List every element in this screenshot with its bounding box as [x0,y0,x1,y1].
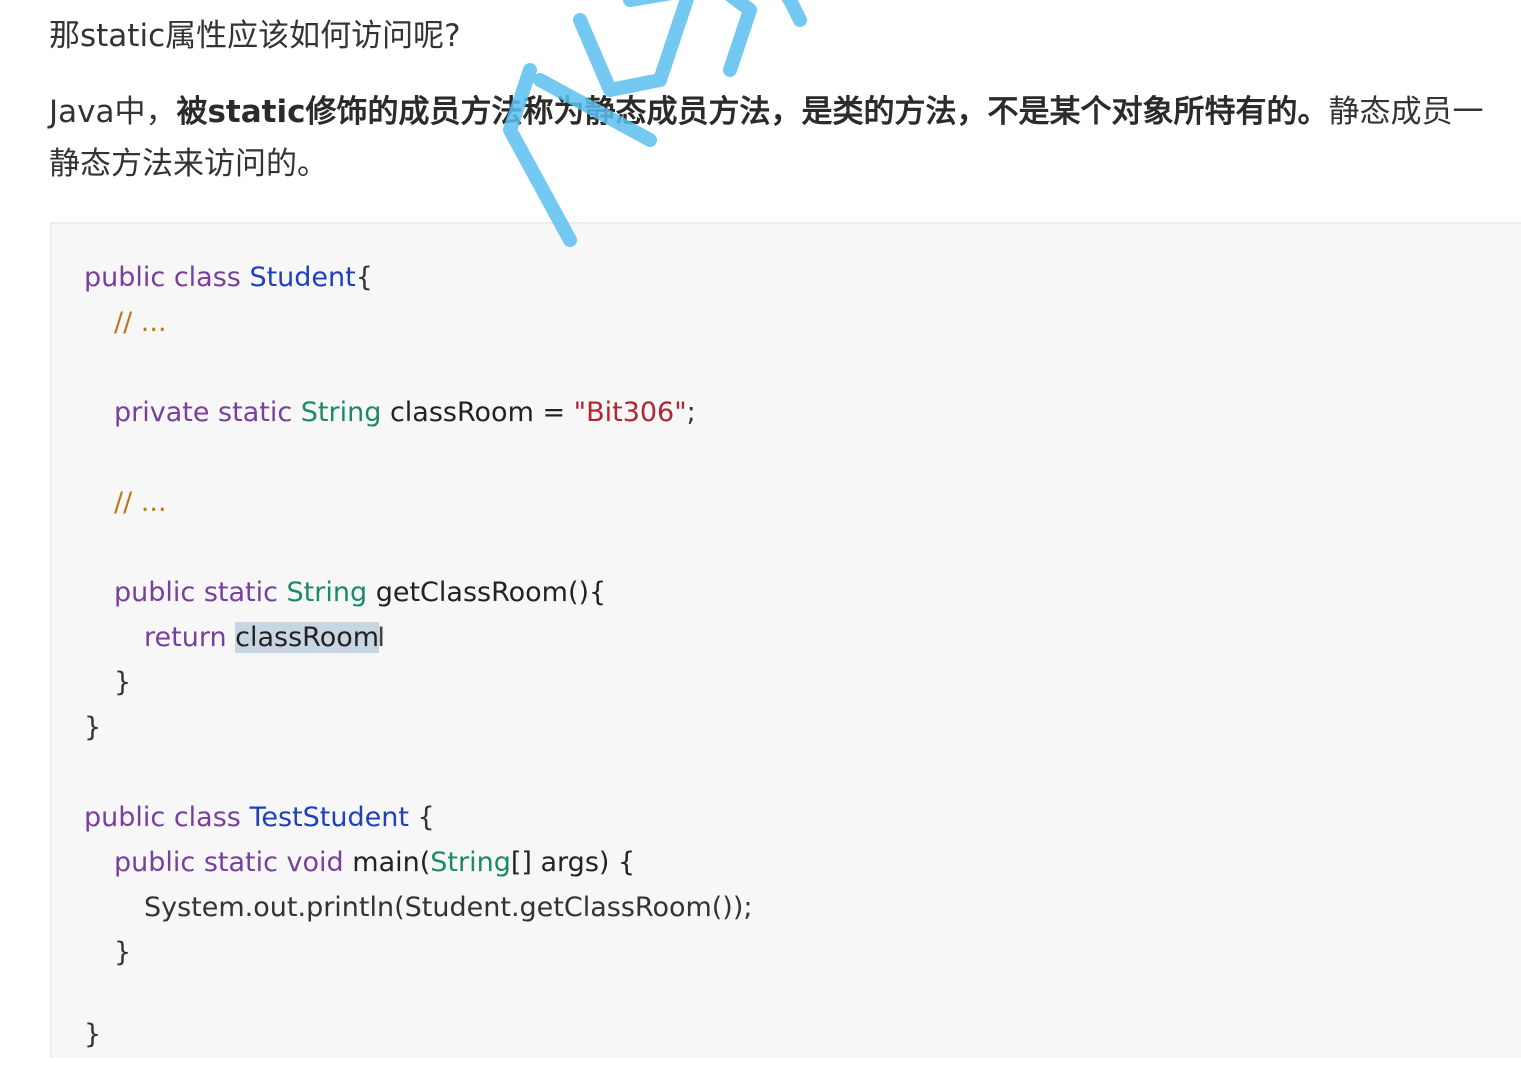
code-line: public class TestStudent { [84,802,435,833]
description-paragraph: Java中，被static修饰的成员方法称为静态成员方法，是类的方法，不是某个对… [49,86,1521,190]
paragraph-prefix: Java中， [49,94,177,130]
watermark-stroke [781,0,807,27]
code-line: public static void main(String[] args) { [114,847,636,878]
code-line: System.out.println(Student.getClassRoom(… [144,892,753,923]
watermark-stroke [573,13,667,97]
paragraph-line-2: 静态方法来访问的。 [49,146,328,182]
code-comment: // ... [114,307,167,338]
code-block[interactable]: public class Student{ // ... private sta… [50,222,1521,1058]
code-line: } [114,937,132,968]
code-line: } [84,1019,102,1050]
code-line: } [114,667,132,698]
code-line: public class Student{ [84,262,373,293]
selected-text[interactable]: classRoom [235,622,380,653]
watermark-stroke [623,0,695,87]
paragraph-bold-text: 被static修饰的成员方法称为静态成员方法，是类的方法，不是某个对象所特有的。 [176,94,1329,130]
watermark-stroke [723,0,757,77]
code-line: return classRoomI [144,622,386,653]
code-comment: // ... [114,487,167,518]
code-line: } [84,712,102,743]
paragraph-line-1: Java中，被static修饰的成员方法称为静态成员方法，是类的方法，不是某个对… [49,86,1521,138]
paragraph-suffix: 静态成员一 [1328,94,1484,130]
code-line: private static String classRoom = "Bit30… [114,397,696,428]
text-cursor-icon: I [377,622,386,653]
question-heading: 那static属性应该如何访问呢? [49,18,461,54]
code-line: public static String getClassRoom(){ [114,577,607,608]
